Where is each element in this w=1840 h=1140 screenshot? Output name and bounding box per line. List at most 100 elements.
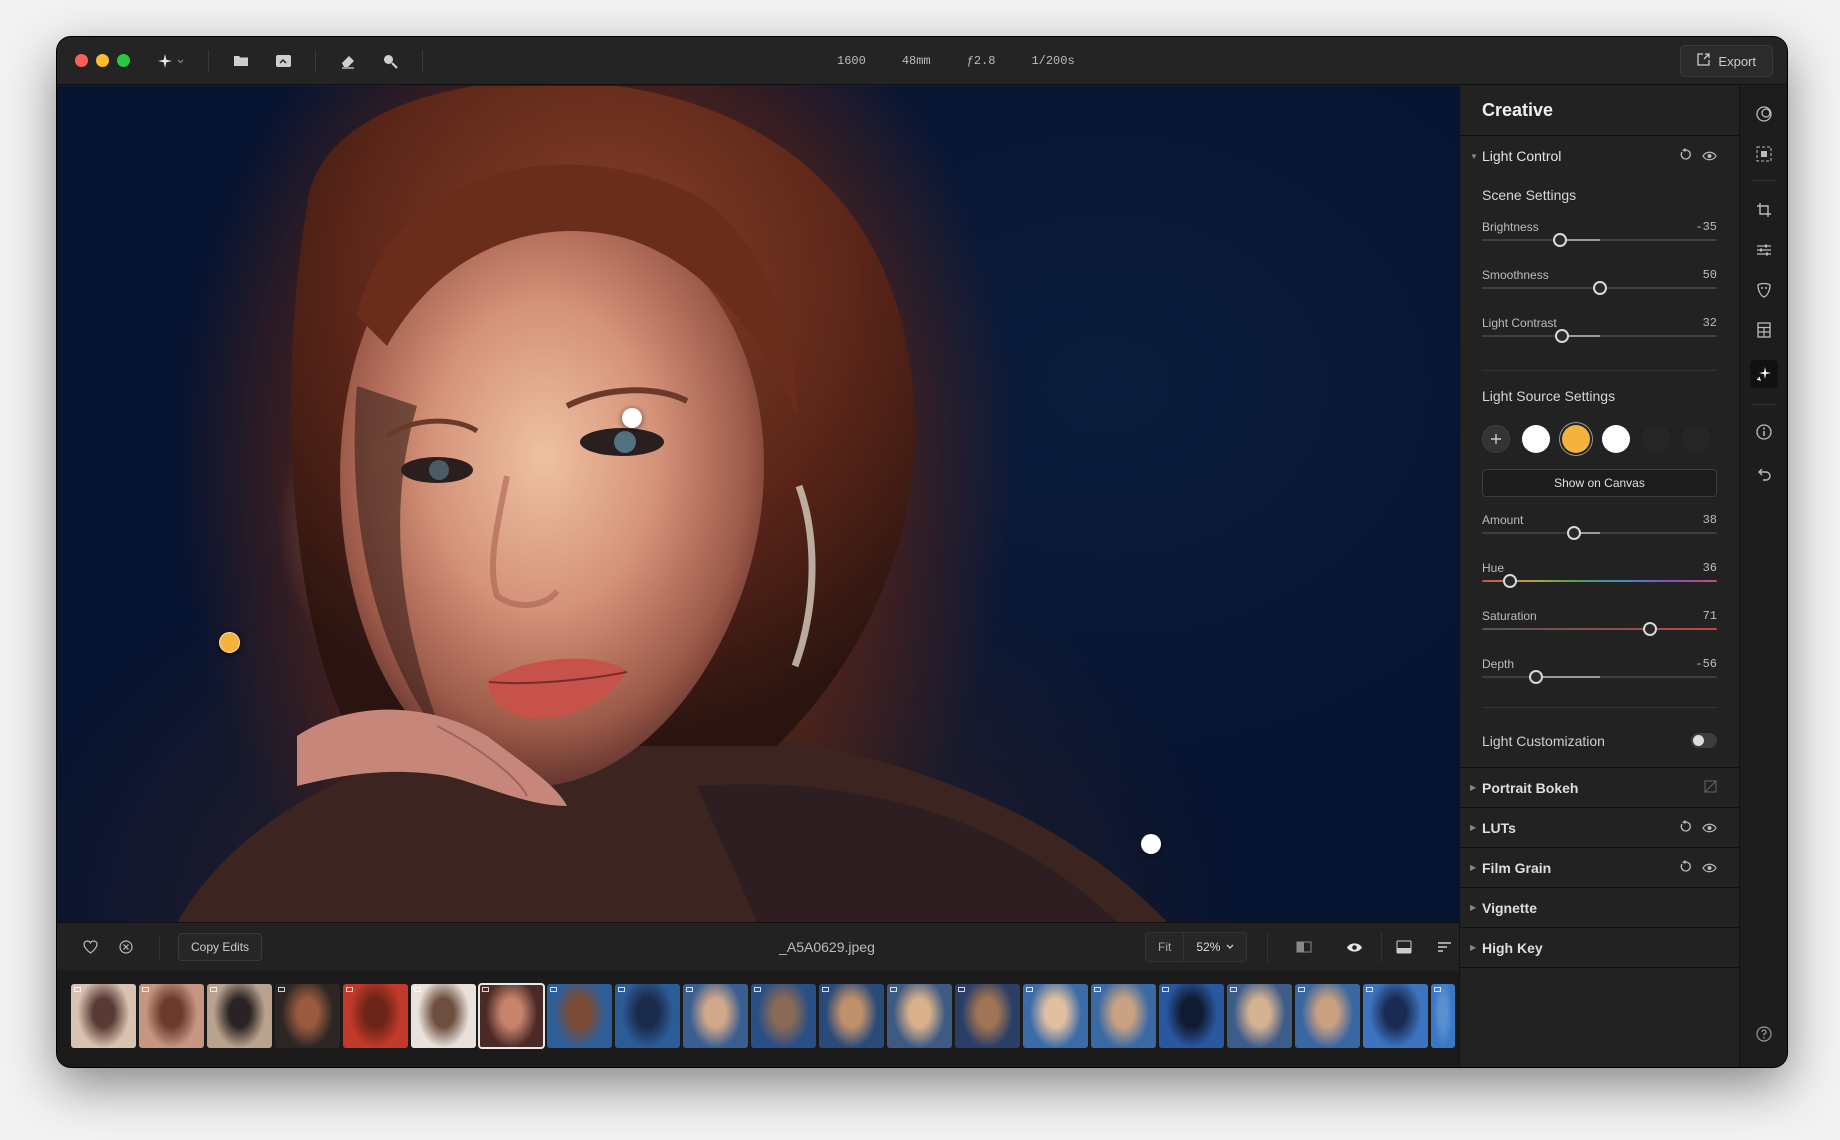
- creative-sparkle-icon[interactable]: [1750, 360, 1778, 388]
- section-luts[interactable]: ▶ LUTs: [1460, 808, 1739, 848]
- filmstrip-thumbnail[interactable]: [1431, 984, 1455, 1048]
- masking-icon[interactable]: [1752, 102, 1776, 126]
- filmstrip-thumbnail[interactable]: [1023, 984, 1088, 1048]
- filmstrip-thumbnail[interactable]: [1091, 984, 1156, 1048]
- sort-icon[interactable]: [1429, 932, 1459, 962]
- visibility-eye-icon[interactable]: [1702, 860, 1717, 876]
- light-point-2[interactable]: [219, 632, 240, 653]
- zoom-window-button[interactable]: [117, 54, 130, 67]
- ai-sparkle-menu-icon[interactable]: [156, 51, 186, 71]
- filmstrip-thumbnail[interactable]: [139, 984, 204, 1048]
- history-undo-icon[interactable]: [1752, 462, 1776, 486]
- slider-value[interactable]: 32: [1703, 316, 1717, 330]
- filmstrip-thumbnail[interactable]: [615, 984, 680, 1048]
- light-swatch-3[interactable]: [1602, 425, 1630, 453]
- slider-knob[interactable]: [1529, 670, 1544, 684]
- filmstrip-thumbnail[interactable]: [1227, 984, 1292, 1048]
- crop-icon[interactable]: [1752, 198, 1776, 222]
- slider-track[interactable]: [1482, 628, 1717, 630]
- slider-value[interactable]: -56: [1695, 657, 1717, 671]
- light-swatch-empty-2[interactable]: [1682, 425, 1710, 453]
- slider-knob[interactable]: [1567, 526, 1582, 540]
- slider-knob[interactable]: [1642, 622, 1657, 636]
- filmstrip-thumbnail[interactable]: [411, 984, 476, 1048]
- filmstrip-thumbnail[interactable]: [71, 984, 136, 1048]
- section-vignette[interactable]: ▶ Vignette: [1460, 888, 1739, 928]
- filmstrip-thumbnail[interactable]: [683, 984, 748, 1048]
- reject-x-icon[interactable]: [111, 932, 141, 962]
- filmstrip-thumbnail[interactable]: [207, 984, 272, 1048]
- compare-split-icon[interactable]: [1289, 932, 1319, 962]
- visibility-eye-icon[interactable]: [1702, 820, 1717, 836]
- favorite-heart-icon[interactable]: [75, 932, 105, 962]
- section-divider: [1482, 370, 1717, 371]
- show-on-canvas-button[interactable]: Show on Canvas: [1482, 469, 1717, 497]
- landscape-grid-icon[interactable]: [1752, 318, 1776, 342]
- copy-edits-label: Copy Edits: [191, 939, 250, 954]
- disabled-icon[interactable]: [1704, 780, 1717, 796]
- reset-icon[interactable]: [1679, 859, 1692, 876]
- filmstrip-thumbnail[interactable]: [1295, 984, 1360, 1048]
- slider-value[interactable]: 36: [1703, 561, 1717, 575]
- copy-edits-button[interactable]: Copy Edits: [178, 932, 263, 961]
- slider-knob[interactable]: [1555, 329, 1570, 343]
- exif-aperture: ƒ2.8: [966, 54, 996, 68]
- filmstrip-thumbnail[interactable]: [1159, 984, 1224, 1048]
- slider-track[interactable]: [1482, 580, 1717, 582]
- reset-icon[interactable]: [1679, 819, 1692, 836]
- import-photo-icon[interactable]: [273, 51, 293, 71]
- slider-knob[interactable]: [1552, 233, 1567, 247]
- portrait-face-icon[interactable]: [1752, 278, 1776, 302]
- section-light-control[interactable]: ▼ Light Control: [1460, 136, 1739, 176]
- slider-depth: Depth -56: [1460, 651, 1739, 699]
- fit-button[interactable]: Fit: [1146, 940, 1183, 954]
- eraser-icon[interactable]: [338, 51, 358, 71]
- reset-icon[interactable]: [1679, 148, 1692, 164]
- light-swatch-empty-1[interactable]: [1642, 425, 1670, 453]
- filmstrip-thumbnail[interactable]: [751, 984, 816, 1048]
- filmstrip-thumbnail[interactable]: [887, 984, 952, 1048]
- info-icon[interactable]: [1752, 420, 1776, 444]
- section-portrait-bokeh[interactable]: ▶ Portrait Bokeh: [1460, 768, 1739, 808]
- close-window-button[interactable]: [75, 54, 88, 67]
- search-icon[interactable]: [380, 51, 400, 71]
- filmstrip-thumbnail[interactable]: [547, 984, 612, 1048]
- filmstrip-thumbnail[interactable]: [1363, 984, 1428, 1048]
- slider-knob[interactable]: [1593, 281, 1607, 295]
- filmstrip-toggle-icon[interactable]: [1389, 932, 1419, 962]
- slider-value[interactable]: -35: [1695, 220, 1717, 234]
- light-swatch-1[interactable]: [1522, 425, 1550, 453]
- visibility-eye-icon[interactable]: [1702, 148, 1717, 164]
- slider-value[interactable]: 38: [1703, 513, 1717, 527]
- help-icon[interactable]: [1752, 1022, 1776, 1046]
- thumbnail-edited-icon: [1026, 987, 1033, 992]
- thumbnail-edited-icon: [1366, 987, 1373, 992]
- slider-value[interactable]: 50: [1703, 268, 1717, 282]
- sliders-adjust-icon[interactable]: [1752, 238, 1776, 262]
- select-subject-icon[interactable]: [1752, 142, 1776, 166]
- thumbnail-edited-icon: [1434, 987, 1441, 992]
- slider-knob[interactable]: [1503, 574, 1518, 588]
- filmstrip-thumbnail[interactable]: [819, 984, 884, 1048]
- zoom-control: Fit 52%: [1145, 932, 1248, 962]
- folder-icon[interactable]: [231, 51, 251, 71]
- filmstrip-thumbnail[interactable]: [478, 983, 545, 1049]
- export-button[interactable]: Export: [1680, 45, 1773, 77]
- slider-value[interactable]: 71: [1703, 609, 1717, 623]
- add-light-button[interactable]: [1482, 425, 1510, 453]
- zoom-dropdown[interactable]: 52%: [1184, 940, 1246, 954]
- light-swatch-2-selected[interactable]: [1562, 425, 1590, 453]
- photo-canvas[interactable]: [57, 86, 1459, 922]
- light-point-3[interactable]: [1141, 834, 1161, 854]
- filmstrip-thumbnail[interactable]: [343, 984, 408, 1048]
- light-customization-toggle[interactable]: [1691, 733, 1717, 748]
- section-title: LUTs: [1482, 819, 1516, 836]
- section-film-grain[interactable]: ▶ Film Grain: [1460, 848, 1739, 888]
- bottombar-divider: [1267, 932, 1268, 962]
- filmstrip-thumbnail[interactable]: [275, 984, 340, 1048]
- preview-eye-icon[interactable]: [1339, 932, 1369, 962]
- section-high-key[interactable]: ▶ High Key: [1460, 928, 1739, 968]
- minimize-window-button[interactable]: [96, 54, 109, 67]
- filmstrip-thumbnail[interactable]: [955, 984, 1020, 1048]
- light-point-1[interactable]: [622, 408, 642, 428]
